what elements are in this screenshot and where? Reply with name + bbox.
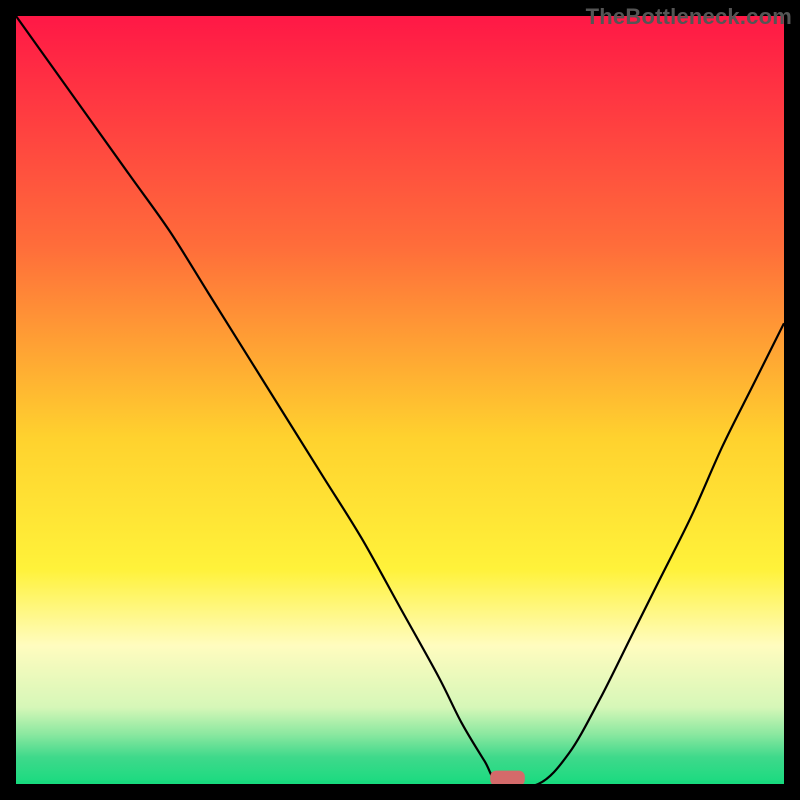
watermark-text: TheBottleneck.com bbox=[586, 4, 792, 30]
gradient-background bbox=[16, 16, 784, 784]
plot-area bbox=[16, 16, 784, 784]
bottleneck-chart bbox=[16, 16, 784, 784]
optimal-marker bbox=[490, 771, 525, 784]
chart-frame: TheBottleneck.com bbox=[0, 0, 800, 800]
